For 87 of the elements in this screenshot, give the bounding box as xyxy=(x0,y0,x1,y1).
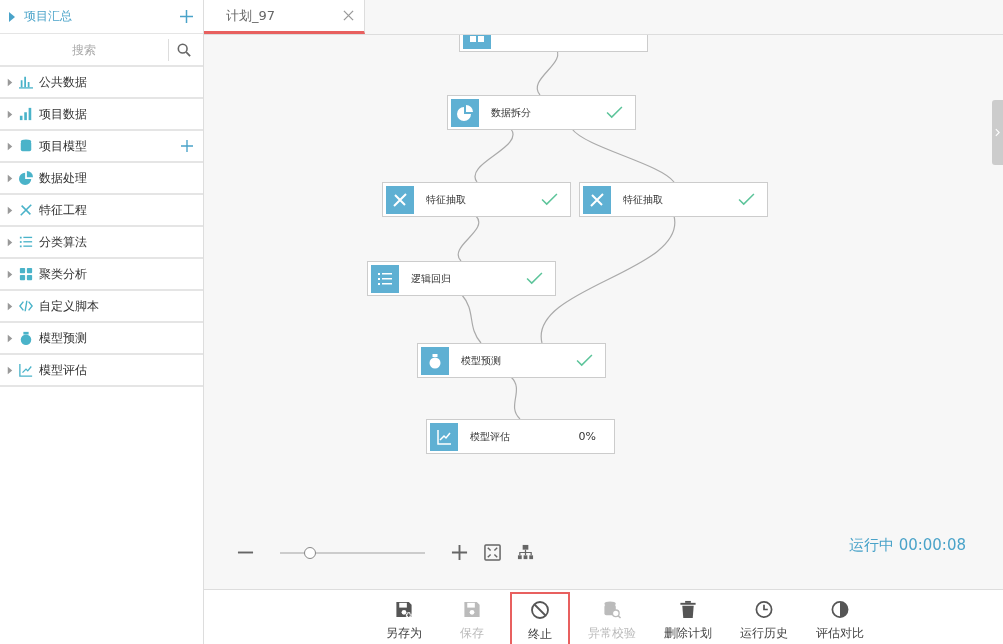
sidebar-label: 项目数据 xyxy=(39,105,88,123)
progress-text: 0% xyxy=(578,430,596,443)
trash-icon xyxy=(677,600,698,619)
toolbar-button[interactable]: 评估对比 xyxy=(805,592,874,644)
chart-icon xyxy=(19,363,33,377)
caret-icon xyxy=(7,141,13,151)
flow-node[interactable]: 逻辑回归 xyxy=(367,261,556,296)
toolbar-button[interactable]: 另存为 xyxy=(373,592,434,644)
flask-icon xyxy=(421,346,449,375)
flow-node[interactable]: 数据拆分 xyxy=(447,95,636,130)
save-as-icon xyxy=(393,600,414,619)
sidebar-item[interactable]: 自定义脚本 xyxy=(0,291,203,323)
close-icon[interactable] xyxy=(343,10,354,21)
caret-icon xyxy=(7,365,13,375)
sidebar-item[interactable]: 项目数据 xyxy=(0,99,203,131)
sidebar-item[interactable]: 特征工程 xyxy=(0,195,203,227)
node-label: 特征抽取 xyxy=(623,192,664,207)
sidebar-label: 模型预测 xyxy=(39,329,88,347)
stop-icon xyxy=(529,600,550,620)
node-label: 数据拆分 xyxy=(491,105,532,120)
pie-icon xyxy=(451,98,479,127)
connector-line xyxy=(457,215,480,262)
sidebar-item[interactable]: 分类算法 xyxy=(0,227,203,259)
node-label: 特征抽取 xyxy=(426,192,467,207)
sidebar-label: 分类算法 xyxy=(39,233,88,251)
caret-icon xyxy=(7,269,13,279)
node-label: 逻辑回归 xyxy=(411,271,452,286)
run-status: 运行中 00:00:08 xyxy=(848,536,966,555)
code-icon xyxy=(19,299,33,313)
sidebar-item[interactable]: 项目模型 xyxy=(0,131,203,163)
add-icon[interactable] xyxy=(181,140,193,152)
flow-node[interactable]: 特征抽取 xyxy=(579,182,768,217)
tools-icon xyxy=(19,203,33,217)
hierarchy-icon[interactable] xyxy=(517,544,534,561)
flask-icon xyxy=(19,331,33,345)
caret-icon xyxy=(7,77,13,87)
connector-line xyxy=(474,128,514,183)
sidebar-item[interactable]: 数据处理 xyxy=(0,163,203,195)
sidebar-label: 聚类分析 xyxy=(39,265,88,283)
add-icon[interactable] xyxy=(180,10,193,23)
sidebar-item[interactable]: 聚类分析 xyxy=(0,259,203,291)
caret-icon xyxy=(7,205,13,215)
chart-icon xyxy=(430,422,458,451)
sidebar-label: 项目模型 xyxy=(39,137,88,155)
collapse-handle[interactable] xyxy=(992,100,1003,165)
sidebar-item[interactable]: 模型预测 xyxy=(0,323,203,355)
caret-icon xyxy=(7,333,13,343)
zoom-in-icon[interactable] xyxy=(451,544,468,561)
clock-icon xyxy=(753,600,774,619)
sidebar-item[interactable]: 模型评估 xyxy=(0,355,203,387)
sidebar-label: 公共数据 xyxy=(39,73,88,91)
slider-thumb[interactable] xyxy=(304,546,317,559)
toolbar-button[interactable]: 运行历史 xyxy=(729,592,798,644)
grid-icon xyxy=(19,267,33,281)
fit-screen-icon[interactable] xyxy=(484,544,501,561)
contrast-icon xyxy=(829,600,850,619)
sidebar-label: 模型评估 xyxy=(39,361,88,379)
toolbar-button[interactable]: 终止 xyxy=(509,592,570,644)
sidebar-label: 自定义脚本 xyxy=(39,297,100,315)
sidebar-label: 数据处理 xyxy=(39,169,88,187)
database-search-icon xyxy=(601,600,622,619)
signal-icon xyxy=(19,107,33,121)
list-icon xyxy=(19,235,33,249)
save-icon xyxy=(461,600,482,619)
tools-icon xyxy=(386,185,414,214)
flow-node[interactable]: 特征抽取 xyxy=(382,182,571,217)
caret-icon xyxy=(7,237,13,247)
bars-icon xyxy=(19,75,33,89)
tools-icon xyxy=(583,185,611,214)
search-icon[interactable] xyxy=(177,42,191,57)
pie-icon xyxy=(19,171,33,185)
flow-node[interactable]: 模型评估 0% xyxy=(426,419,615,454)
flow-node[interactable]: 模型预测 xyxy=(417,343,606,378)
connector-line xyxy=(461,294,482,344)
caret-icon xyxy=(7,109,13,119)
toolbar-button[interactable]: 删除计划 xyxy=(653,592,722,644)
caret-icon xyxy=(7,301,13,311)
caret-icon xyxy=(7,173,13,183)
list-icon xyxy=(371,264,399,293)
sidebar-label: 特征工程 xyxy=(39,201,88,219)
sidebar-title: 项目汇总 xyxy=(24,8,73,25)
connector-line xyxy=(510,376,521,420)
node-label: 模型预测 xyxy=(461,353,502,368)
plan-tab[interactable]: 计划_97 xyxy=(204,0,365,34)
sidebar-item[interactable]: 公共数据 xyxy=(0,67,203,99)
database-icon xyxy=(19,139,33,153)
node-label: 模型评估 xyxy=(470,429,511,444)
